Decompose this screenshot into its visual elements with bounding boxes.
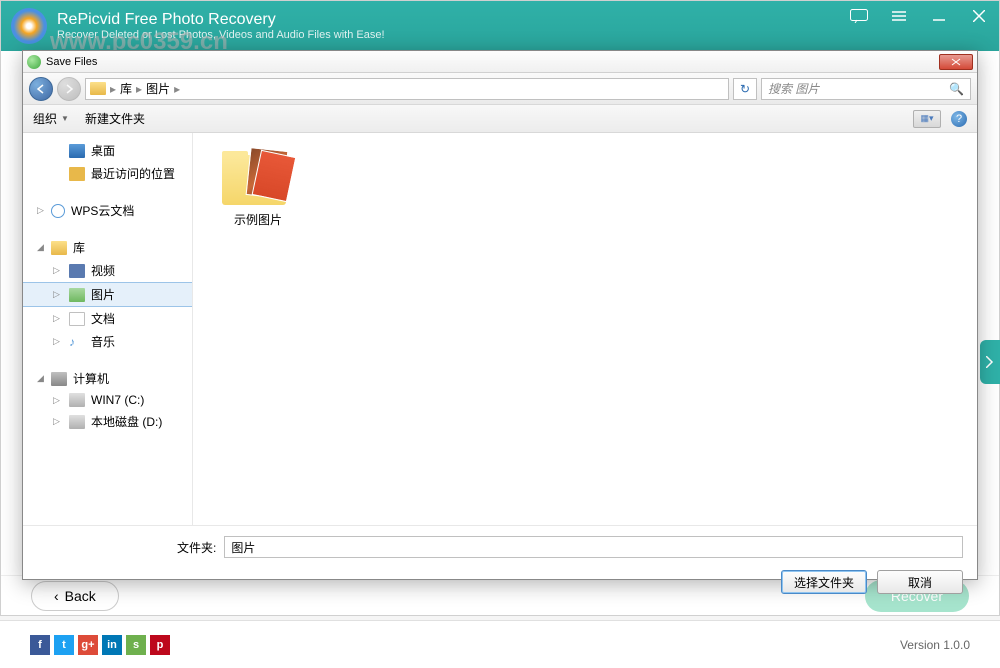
- app-subtitle: Recover Deleted or Lost Photos, Videos a…: [57, 29, 385, 41]
- app-title: RePicvid Free Photo Recovery: [57, 11, 385, 29]
- cloud-icon: [51, 204, 65, 218]
- chevron-right-icon[interactable]: ▷: [37, 205, 44, 216]
- app-header: RePicvid Free Photo Recovery Recover Del…: [1, 1, 999, 51]
- chevron-right-icon: ▸: [136, 82, 142, 96]
- googleplus-icon[interactable]: g+: [78, 635, 98, 655]
- content-area[interactable]: 示例图片: [193, 133, 977, 525]
- folder-thumb-icon: [222, 147, 294, 205]
- folder-field-label: 文件夹:: [177, 539, 216, 556]
- select-folder-button[interactable]: 选择文件夹: [781, 570, 867, 594]
- dialog-toolbar: 组织▼ 新建文件夹 ▦▾ ?: [23, 105, 977, 133]
- folder-item-sample[interactable]: 示例图片: [213, 147, 303, 228]
- breadcrumb-library[interactable]: 库: [120, 80, 132, 97]
- dialog-bottom: 文件夹: 选择文件夹 取消: [23, 525, 977, 604]
- image-icon: [69, 288, 85, 302]
- sidebar-item-doc[interactable]: ▷文档: [23, 307, 192, 330]
- video-icon: [69, 264, 85, 278]
- chevron-right-icon[interactable]: ▷: [53, 336, 60, 347]
- search-input[interactable]: 搜索 图片 🔍: [761, 78, 971, 100]
- library-icon: [51, 241, 67, 255]
- recent-icon: [69, 167, 85, 181]
- music-icon: ♪: [69, 335, 85, 349]
- organize-menu[interactable]: 组织▼: [33, 110, 69, 127]
- document-icon: [69, 312, 85, 326]
- sidebar-item-music[interactable]: ▷♪音乐: [23, 330, 192, 353]
- drive-icon: [69, 415, 85, 429]
- feedback-icon[interactable]: [839, 1, 879, 31]
- social-icons: f t g+ in s p: [30, 635, 170, 655]
- facebook-icon[interactable]: f: [30, 635, 50, 655]
- chevron-right-icon[interactable]: ▷: [53, 265, 60, 276]
- save-files-dialog: Save Files ▸ 库 ▸ 图片 ▸ ↻ 搜索 图片 🔍 组织▼ 新建文件…: [22, 50, 978, 580]
- desktop-icon: [69, 144, 85, 158]
- chevron-right-icon[interactable]: ▷: [53, 289, 60, 300]
- minimize-button[interactable]: [919, 1, 959, 31]
- app-logo-icon: [11, 8, 47, 44]
- side-expand-tab[interactable]: [980, 340, 1000, 384]
- pinterest-icon[interactable]: p: [150, 635, 170, 655]
- sidebar-item-drive-c[interactable]: ▷WIN7 (C:): [23, 390, 192, 410]
- bottom-bar: f t g+ in s p Version 1.0.0: [0, 620, 1000, 668]
- stumbleupon-icon[interactable]: s: [126, 635, 146, 655]
- search-placeholder: 搜索 图片: [768, 80, 819, 97]
- breadcrumb-current[interactable]: 图片: [146, 80, 170, 97]
- sidebar-item-library[interactable]: ◢库: [23, 236, 192, 259]
- chevron-down-icon[interactable]: ◢: [37, 242, 44, 253]
- twitter-icon[interactable]: t: [54, 635, 74, 655]
- drive-icon: [69, 393, 85, 407]
- chevron-right-icon[interactable]: ▷: [53, 395, 60, 406]
- folder-sidebar: 桌面 最近访问的位置 ▷WPS云文档 ◢库 ▷视频 ▷图片 ▷文档 ▷♪音乐 ◢…: [23, 133, 193, 525]
- sidebar-item-computer[interactable]: ◢计算机: [23, 367, 192, 390]
- nav-forward-button[interactable]: [57, 77, 81, 101]
- chevron-right-icon: ▸: [110, 82, 116, 96]
- nav-back-button[interactable]: [29, 77, 53, 101]
- view-mode-button[interactable]: ▦▾: [913, 110, 941, 128]
- dialog-body: 桌面 最近访问的位置 ▷WPS云文档 ◢库 ▷视频 ▷图片 ▷文档 ▷♪音乐 ◢…: [23, 133, 977, 525]
- sidebar-item-image[interactable]: ▷图片: [23, 282, 192, 307]
- sidebar-item-drive-d[interactable]: ▷本地磁盘 (D:): [23, 410, 192, 433]
- search-icon[interactable]: 🔍: [949, 82, 964, 96]
- breadcrumb[interactable]: ▸ 库 ▸ 图片 ▸: [85, 78, 729, 100]
- version-label: Version 1.0.0: [900, 638, 970, 652]
- computer-icon: [51, 372, 67, 386]
- sidebar-item-desktop[interactable]: 桌面: [23, 139, 192, 162]
- dialog-title: Save Files: [46, 56, 97, 68]
- dialog-icon: [27, 55, 41, 69]
- linkedin-icon[interactable]: in: [102, 635, 122, 655]
- chevron-right-icon[interactable]: ▷: [53, 313, 60, 324]
- chevron-down-icon[interactable]: ◢: [37, 373, 44, 384]
- sidebar-item-wps[interactable]: ▷WPS云文档: [23, 199, 192, 222]
- sidebar-item-recent[interactable]: 最近访问的位置: [23, 162, 192, 185]
- dialog-close-button[interactable]: [939, 54, 973, 70]
- new-folder-button[interactable]: 新建文件夹: [85, 110, 145, 127]
- folder-name-input[interactable]: [224, 536, 963, 558]
- help-button[interactable]: ?: [951, 111, 967, 127]
- dialog-titlebar[interactable]: Save Files: [23, 51, 977, 73]
- close-button[interactable]: [959, 1, 999, 31]
- app-title-area: RePicvid Free Photo Recovery Recover Del…: [57, 11, 385, 41]
- cancel-button[interactable]: 取消: [877, 570, 963, 594]
- chevron-right-icon[interactable]: ▷: [53, 416, 60, 427]
- folder-icon: [90, 82, 106, 95]
- menu-icon[interactable]: [879, 1, 919, 31]
- refresh-button[interactable]: ↻: [733, 78, 757, 100]
- folder-label: 示例图片: [213, 211, 303, 228]
- sidebar-item-video[interactable]: ▷视频: [23, 259, 192, 282]
- address-bar: ▸ 库 ▸ 图片 ▸ ↻ 搜索 图片 🔍: [23, 73, 977, 105]
- chevron-right-icon: ▸: [174, 82, 180, 96]
